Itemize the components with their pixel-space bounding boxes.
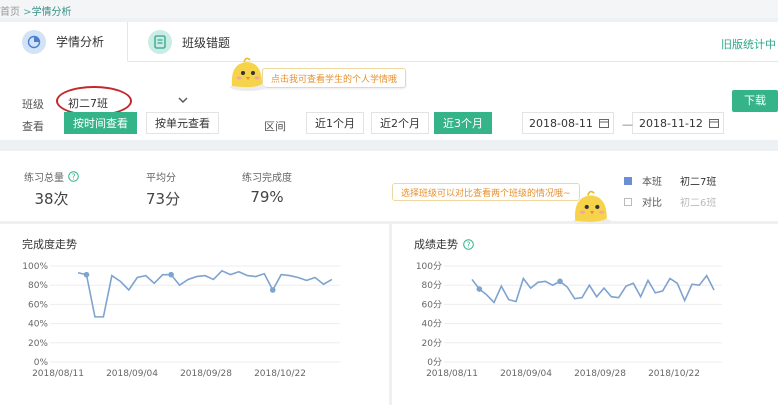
x-tick-label: 2018/08/11: [32, 369, 84, 379]
legend-this-class[interactable]: 本班 初二7班: [624, 173, 716, 188]
score-trend-card: 成绩走势 ? 100分 80分 60分 40分 20分 0分 2018/08/11 2018/…: [392, 224, 778, 405]
tab-class-mistakes[interactable]: 班级错题: [148, 22, 230, 62]
x-tick-label: 2018/09/04: [106, 369, 158, 379]
legend-value: 初二6班: [680, 198, 717, 209]
help-icon[interactable]: ?: [68, 171, 79, 182]
y-tick-label: 60%: [28, 300, 48, 310]
breadcrumb-separator: >: [20, 7, 32, 18]
breadcrumb-home[interactable]: 首页: [0, 7, 20, 18]
legend-value: 初二7班: [680, 177, 717, 188]
data-point[interactable]: [269, 287, 276, 293]
x-tick-label: 2018/09/04: [500, 369, 552, 379]
view-label: 查看: [22, 120, 44, 133]
data-point[interactable]: [83, 271, 90, 278]
start-date-input[interactable]: 2018-08-11: [522, 112, 614, 134]
calendar-icon: [709, 119, 719, 128]
stat-value: 79%: [250, 188, 284, 206]
date-range-dash: —: [622, 118, 633, 131]
completion-trend-chart: 100% 80% 60% 40% 20% 0%2018/08/11 2018/09/04 20…: [22, 262, 340, 379]
stat-label: 练习完成度: [242, 173, 292, 184]
data-point[interactable]: [168, 271, 174, 278]
series-line: [77, 269, 333, 318]
stat-label: 练习总量: [24, 173, 64, 184]
mascot-icon: [573, 190, 612, 226]
stat-average-score: 平均分 73分: [146, 169, 180, 209]
stat-value: 73分: [146, 190, 181, 208]
stats-panel: 练习总量 ? 38次 平均分 73分 练习完成度 79% 选择班级可以对比查看两…: [0, 151, 778, 226]
tab-label: 班级错题: [182, 35, 231, 50]
data-point[interactable]: [557, 278, 563, 285]
range-2-month-button[interactable]: 近2个月: [371, 112, 429, 134]
y-tick-label: 100分: [416, 261, 442, 272]
series-line: [471, 274, 715, 304]
end-date-input[interactable]: 2018-11-12: [632, 112, 724, 134]
y-tick-label: 60分: [422, 299, 442, 310]
class-tooltip: 点击我可查看学生的个人学情哦: [262, 68, 407, 88]
completion-trend-card: 完成度走势 100% 80% 60% 40% 20% 0% 2018/08/11 2018/0…: [0, 224, 389, 405]
x-tick-label: 2018/10/22: [648, 369, 700, 379]
tab-bar: 学情分析 班级错题 旧版统计中: [0, 22, 778, 62]
compare-tooltip: 选择班级可以对比查看两个班级的情况哦~: [392, 183, 580, 201]
end-date-value: 2018-11-12: [639, 117, 703, 130]
x-tick-label: 2018/09/28: [574, 369, 626, 379]
stat-value: 38次: [34, 190, 69, 208]
mascot-icon: [230, 57, 266, 91]
score-trend-chart: 100分 80分 60分 40分 20分 0分2018/08/11 2018/09/04 20…: [416, 261, 722, 379]
tab-learning-analysis[interactable]: 学情分析: [0, 22, 128, 62]
breadcrumb-current: 学情分析: [31, 7, 72, 18]
y-tick-label: 20%: [28, 339, 48, 349]
y-tick-label: 20分: [422, 338, 442, 349]
stat-label: 平均分: [146, 173, 176, 184]
view-by-time-button[interactable]: 按时间查看: [64, 112, 137, 134]
y-tick-label: 100%: [22, 262, 48, 272]
y-tick-label: 0分: [427, 357, 442, 368]
legend-label: 对比: [642, 198, 662, 209]
stat-total-practice: 练习总量 ? 38次: [24, 169, 79, 209]
breadcrumb: 首页 >学情分析: [0, 0, 778, 18]
calendar-icon: [599, 119, 609, 128]
checkbox-icon[interactable]: [624, 197, 632, 206]
y-tick-label: 40分: [422, 319, 442, 330]
svg-text:?: ?: [72, 172, 76, 181]
view-by-unit-button[interactable]: 按单元查看: [146, 112, 219, 134]
range-1-month-button[interactable]: 近1个月: [306, 112, 364, 134]
y-tick-label: 0%: [34, 358, 49, 368]
y-tick-label: 40%: [28, 320, 48, 330]
y-tick-label: 80%: [28, 281, 48, 291]
old-version-link[interactable]: 旧版统计中: [721, 36, 776, 52]
legend-compare[interactable]: 对比 初二6班: [624, 194, 716, 209]
range-3-month-button[interactable]: 近3个月: [434, 112, 492, 134]
document-icon: [148, 30, 172, 54]
x-tick-label: 2018/09/28: [180, 369, 232, 379]
start-date-value: 2018-08-11: [529, 117, 593, 130]
stat-completion-rate: 练习完成度 79%: [242, 169, 292, 206]
chevron-down-icon[interactable]: [177, 94, 189, 106]
legend-swatch: [624, 176, 632, 185]
filter-row: 查看 按时间查看 按单元查看 区间 近1个月 近2个月 近3个月 2018-08…: [0, 112, 778, 138]
download-button[interactable]: 下载: [732, 90, 778, 112]
pie-chart-icon: [22, 29, 46, 54]
range-label: 区间: [264, 120, 286, 133]
x-tick-label: 2018/08/11: [426, 369, 478, 379]
y-tick-label: 80分: [422, 280, 442, 291]
class-label: 班级: [22, 98, 44, 111]
data-point[interactable]: [476, 286, 483, 292]
x-tick-label: 2018/10/22: [254, 369, 306, 379]
tab-label: 学情分析: [56, 35, 105, 49]
legend-label: 本班: [642, 177, 662, 188]
